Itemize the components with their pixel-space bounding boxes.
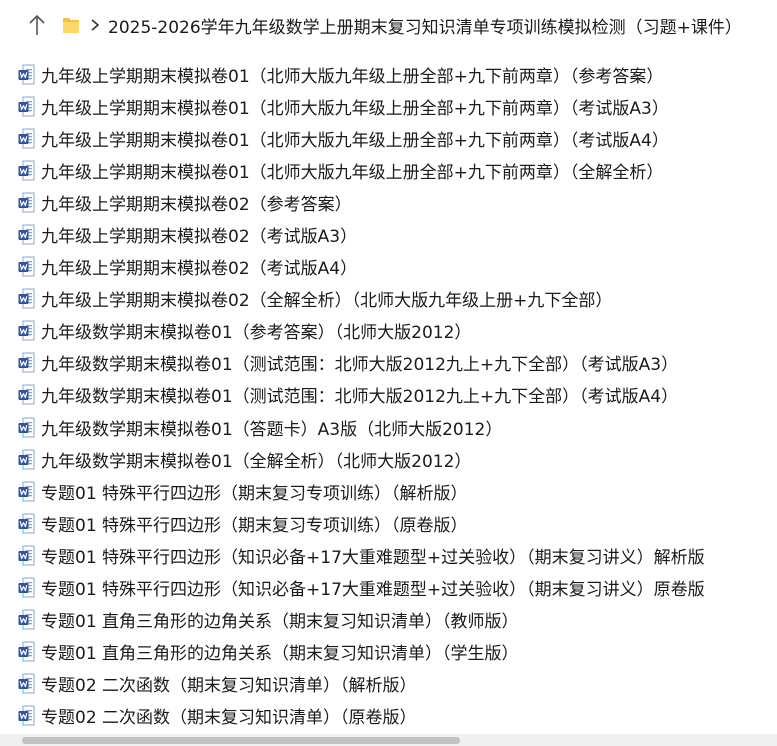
word-doc-icon bbox=[18, 64, 35, 85]
file-item-2[interactable]: 九年级上学期期末模拟卷01（北师大版九年级上册全部+九下前两章）（考试版A3） bbox=[0, 90, 777, 122]
file-name: 九年级数学期末模拟卷01（全解全析）（北师大版2012） bbox=[41, 451, 472, 472]
file-name: 专题01 特殊平行四边形（知识必备+17大重难题型+过关验收）（期末复习讲义）原… bbox=[41, 580, 705, 601]
file-name: 九年级上学期期末模拟卷02（考试版A4） bbox=[41, 259, 358, 280]
file-item-12[interactable]: 九年级数学期末模拟卷01（答题卡）A3版（北师大版2012） bbox=[0, 411, 777, 443]
file-list: 九年级上学期期末模拟卷01（北师大版九年级上册全部+九下前两章）（参考答案） 九… bbox=[0, 58, 777, 730]
file-item-11[interactable]: 九年级数学期末模拟卷01（测试范围：北师大版2012九上+九下全部）（考试版A4… bbox=[0, 379, 777, 411]
address-bar: 2025-2026学年九年级数学上册期末复习知识清单专项训练模拟检测（习题+课件… bbox=[0, 0, 777, 50]
word-doc-icon bbox=[18, 320, 35, 341]
file-item-1[interactable]: 九年级上学期期末模拟卷01（北师大版九年级上册全部+九下前两章）（参考答案） bbox=[0, 58, 777, 90]
word-doc-icon bbox=[18, 545, 35, 566]
word-doc-icon bbox=[18, 641, 35, 662]
file-item-20[interactable]: 专题02 二次函数（期末复习知识清单）（解析版） bbox=[0, 668, 777, 700]
file-item-9[interactable]: 九年级数学期末模拟卷01（参考答案）（北师大版2012） bbox=[0, 315, 777, 347]
file-item-18[interactable]: 专题01 直角三角形的边角关系（期末复习知识清单）（教师版） bbox=[0, 604, 777, 636]
word-doc-icon bbox=[18, 352, 35, 373]
word-doc-icon bbox=[18, 288, 35, 309]
file-item-21[interactable]: 专题02 二次函数（期末复习知识清单）（原卷版） bbox=[0, 700, 777, 730]
file-item-5[interactable]: 九年级上学期期末模拟卷02（参考答案） bbox=[0, 186, 777, 218]
word-doc-icon bbox=[18, 513, 35, 534]
file-name: 专题01 直角三角形的边角关系（期末复习知识清单）（教师版） bbox=[41, 612, 519, 633]
chevron-right-icon[interactable] bbox=[88, 18, 102, 32]
file-name: 九年级上学期期末模拟卷01（北师大版九年级上册全部+九下前两章）（考试版A3） bbox=[41, 98, 669, 119]
file-name: 专题01 特殊平行四边形（知识必备+17大重难题型+过关验收）（期末复习讲义）解… bbox=[41, 547, 705, 568]
word-doc-icon bbox=[18, 160, 35, 181]
word-doc-icon bbox=[18, 384, 35, 405]
word-doc-icon bbox=[18, 673, 35, 694]
file-item-4[interactable]: 九年级上学期期末模拟卷01（北师大版九年级上册全部+九下前两章）（全解全析） bbox=[0, 154, 777, 186]
arrow-up-icon bbox=[29, 14, 45, 35]
word-doc-icon bbox=[18, 192, 35, 213]
horizontal-scrollbar[interactable] bbox=[0, 734, 777, 746]
file-name: 专题02 二次函数（期末复习知识清单）（解析版） bbox=[41, 676, 417, 697]
word-doc-icon bbox=[18, 449, 35, 470]
file-name: 专题01 直角三角形的边角关系（期末复习知识清单）（学生版） bbox=[41, 644, 519, 665]
file-name: 专题01 特殊平行四边形（期末复习专项训练）（原卷版） bbox=[41, 515, 468, 536]
file-name: 九年级上学期期末模拟卷02（全解全析）（北师大版九年级上册+九下全部） bbox=[41, 291, 613, 312]
breadcrumb-folder-name[interactable]: 2025-2026学年九年级数学上册期末复习知识清单专项训练模拟检测（习题+课件… bbox=[108, 13, 742, 38]
file-name: 专题02 二次函数（期末复习知识清单）（原卷版） bbox=[41, 708, 417, 729]
file-name: 九年级上学期期末模拟卷02（参考答案） bbox=[41, 194, 352, 215]
file-item-19[interactable]: 专题01 直角三角形的边角关系（期末复习知识清单）（学生版） bbox=[0, 636, 777, 668]
breadcrumb[interactable]: 2025-2026学年九年级数学上册期末复习知识清单专项训练模拟检测（习题+课件… bbox=[58, 6, 777, 44]
file-name: 九年级上学期期末模拟卷01（北师大版九年级上册全部+九下前两章）（参考答案） bbox=[41, 66, 664, 87]
word-doc-icon bbox=[18, 96, 35, 117]
word-doc-icon bbox=[18, 705, 35, 726]
word-doc-icon bbox=[18, 417, 35, 438]
file-name: 九年级上学期期末模拟卷01（北师大版九年级上册全部+九下前两章）（全解全析） bbox=[41, 162, 664, 183]
file-item-14[interactable]: 专题01 特殊平行四边形（期末复习专项训练）（解析版） bbox=[0, 475, 777, 507]
folder-icon bbox=[63, 18, 79, 33]
file-item-7[interactable]: 九年级上学期期末模拟卷02（考试版A4） bbox=[0, 251, 777, 283]
word-doc-icon bbox=[18, 609, 35, 630]
file-item-13[interactable]: 九年级数学期末模拟卷01（全解全析）（北师大版2012） bbox=[0, 443, 777, 475]
file-item-17[interactable]: 专题01 特殊平行四边形（知识必备+17大重难题型+过关验收）（期末复习讲义）原… bbox=[0, 572, 777, 604]
file-name: 九年级数学期末模拟卷01（参考答案）（北师大版2012） bbox=[41, 323, 472, 344]
file-name: 九年级数学期末模拟卷01（测试范围：北师大版2012九上+九下全部）（考试版A3… bbox=[41, 355, 679, 376]
word-doc-icon bbox=[18, 256, 35, 277]
word-doc-icon bbox=[18, 481, 35, 502]
file-item-16[interactable]: 专题01 特殊平行四边形（知识必备+17大重难题型+过关验收）（期末复习讲义）解… bbox=[0, 539, 777, 571]
file-name: 九年级数学期末模拟卷01（答题卡）A3版（北师大版2012） bbox=[41, 419, 503, 440]
word-doc-icon bbox=[18, 128, 35, 149]
word-doc-icon bbox=[18, 224, 35, 245]
file-name: 九年级上学期期末模拟卷01（北师大版九年级上册全部+九下前两章）（考试版A4） bbox=[41, 130, 669, 151]
file-item-8[interactable]: 九年级上学期期末模拟卷02（全解全析）（北师大版九年级上册+九下全部） bbox=[0, 283, 777, 315]
file-name: 专题01 特殊平行四边形（期末复习专项训练）（解析版） bbox=[41, 483, 468, 504]
word-doc-icon bbox=[18, 577, 35, 598]
up-button[interactable] bbox=[26, 12, 48, 38]
file-item-3[interactable]: 九年级上学期期末模拟卷01（北师大版九年级上册全部+九下前两章）（考试版A4） bbox=[0, 122, 777, 154]
file-item-10[interactable]: 九年级数学期末模拟卷01（测试范围：北师大版2012九上+九下全部）（考试版A3… bbox=[0, 347, 777, 379]
file-name: 九年级上学期期末模拟卷02（考试版A3） bbox=[41, 227, 358, 248]
horizontal-scrollbar-thumb[interactable] bbox=[22, 737, 460, 744]
file-item-6[interactable]: 九年级上学期期末模拟卷02（考试版A3） bbox=[0, 218, 777, 250]
file-item-15[interactable]: 专题01 特殊平行四边形（期末复习专项训练）（原卷版） bbox=[0, 507, 777, 539]
file-name: 九年级数学期末模拟卷01（测试范围：北师大版2012九上+九下全部）（考试版A4… bbox=[41, 387, 679, 408]
